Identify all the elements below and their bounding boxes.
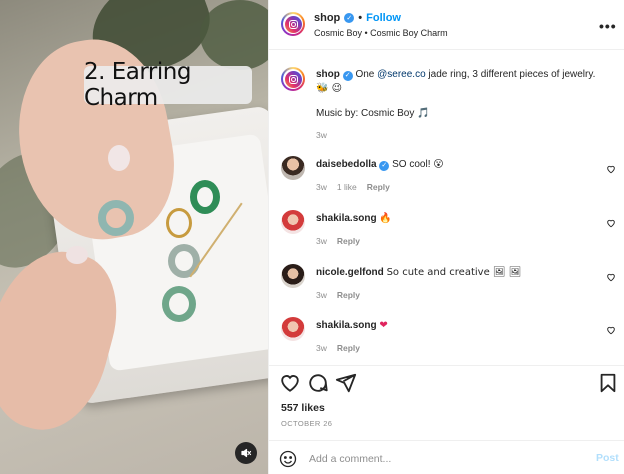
music-credit: Music by: Cosmic Boy 🎵 — [316, 108, 430, 119]
gold-hoop — [166, 208, 192, 238]
avatar[interactable] — [281, 156, 305, 180]
caption-username[interactable]: shop — [316, 69, 340, 80]
caption-emoji: 🐝 😉 — [316, 83, 343, 94]
comment-time: 3w — [316, 182, 327, 192]
post-header: shop ✓ • Follow Cosmic Boy • Cosmic Boy … — [269, 0, 624, 50]
share-icon[interactable] — [335, 372, 357, 394]
post-panel: shop ✓ • Follow Cosmic Boy • Cosmic Boy … — [268, 0, 624, 474]
heart-icon[interactable] — [606, 218, 616, 228]
likes-count[interactable]: 557 likes — [281, 402, 325, 414]
post-button[interactable]: Post — [596, 452, 619, 464]
instagram-logo-icon — [284, 70, 302, 88]
comment-input[interactable] — [309, 450, 569, 468]
avatar[interactable] — [281, 67, 305, 91]
comment-row: shakila.song ❤ 3w Reply — [269, 315, 624, 363]
avatar[interactable] — [281, 210, 305, 234]
comment-icon[interactable] — [307, 372, 329, 394]
heart-icon[interactable] — [606, 325, 616, 335]
fingernail — [108, 145, 130, 171]
verified-icon: ✓ — [379, 160, 390, 171]
comment-time: 3w — [316, 236, 327, 246]
comment-text: nicole.gelfond So cute and creative 🖼 🖼 — [316, 267, 522, 278]
bookmark-icon[interactable] — [597, 372, 619, 394]
comment-row: daisebedolla ✓ SO cool! 😮 3w 1 like Repl… — [269, 154, 624, 202]
comment-meta: 3w Reply — [316, 236, 360, 246]
comment-meta: 3w Reply — [316, 290, 360, 300]
green-jade-ring — [190, 180, 220, 214]
mute-button[interactable] — [235, 442, 257, 464]
heart-icon[interactable] — [606, 164, 616, 174]
verified-icon: ✓ — [342, 70, 353, 81]
comment-username[interactable]: shakila.song — [316, 213, 377, 224]
caption-text: shop ✓ One @seree.co jade ring, 3 differ… — [316, 69, 596, 94]
comment-meta: 3w Reply — [316, 343, 360, 353]
comment-meta: 3w 1 like Reply — [316, 182, 390, 192]
post-caption: shop ✓ One @seree.co jade ring, 3 differ… — [269, 65, 624, 145]
add-comment-bar: Post — [269, 440, 624, 474]
jade-ring-held — [98, 200, 134, 236]
instagram-logo-icon — [284, 15, 302, 33]
heart-icon[interactable] — [606, 272, 616, 282]
reply-button[interactable]: Reply — [337, 343, 360, 353]
comment-row: nicole.gelfond So cute and creative 🖼 🖼 … — [269, 262, 624, 310]
emoji-icon[interactable] — [279, 450, 297, 468]
video-caption: 2. Earring Charm — [84, 59, 252, 111]
audio-subtitle[interactable]: Cosmic Boy • Cosmic Boy Charm — [314, 28, 448, 38]
mention-link[interactable]: @seree.co — [377, 69, 426, 80]
comment-text: shakila.song ❤ — [316, 320, 388, 331]
comment-row: shakila.song 🔥 3w Reply — [269, 208, 624, 256]
comment-text: daisebedolla ✓ SO cool! 😮 — [316, 159, 444, 171]
avatar[interactable] — [281, 12, 305, 36]
fingernail — [66, 246, 88, 264]
comment-time: 3w — [316, 290, 327, 300]
reply-button[interactable]: Reply — [337, 236, 360, 246]
more-icon[interactable]: ••• — [599, 18, 617, 34]
comments-list[interactable]: shop ✓ One @seree.co jade ring, 3 differ… — [269, 50, 624, 365]
verified-icon: ✓ — [344, 13, 355, 23]
reply-button[interactable]: Reply — [367, 182, 390, 192]
avatar[interactable] — [281, 317, 305, 341]
comment-username[interactable]: daisebedolla — [316, 159, 377, 170]
comment-time: 3w — [316, 343, 327, 353]
header-username[interactable]: shop — [314, 12, 340, 24]
comment-likes[interactable]: 1 like — [337, 182, 357, 192]
heart-icon[interactable] — [279, 372, 301, 394]
follow-button[interactable]: Follow — [366, 12, 401, 24]
caption-time: 3w — [316, 130, 327, 140]
comment-username[interactable]: nicole.gelfond — [316, 267, 384, 278]
post-media[interactable]: 2. Earring Charm — [0, 0, 268, 474]
comment-text: shakila.song 🔥 — [316, 213, 392, 224]
separator: • — [358, 12, 363, 24]
header-user: shop ✓ • Follow — [314, 12, 401, 24]
comment-username[interactable]: shakila.song — [316, 320, 377, 331]
mute-icon — [241, 448, 252, 458]
post-date: OCTOBER 26 — [281, 419, 333, 428]
gray-jade-ring — [168, 244, 200, 278]
avatar[interactable] — [281, 264, 305, 288]
reply-button[interactable]: Reply — [337, 290, 360, 300]
post-actions: 557 likes OCTOBER 26 Post — [269, 365, 624, 474]
light-jade-ring — [162, 286, 196, 322]
